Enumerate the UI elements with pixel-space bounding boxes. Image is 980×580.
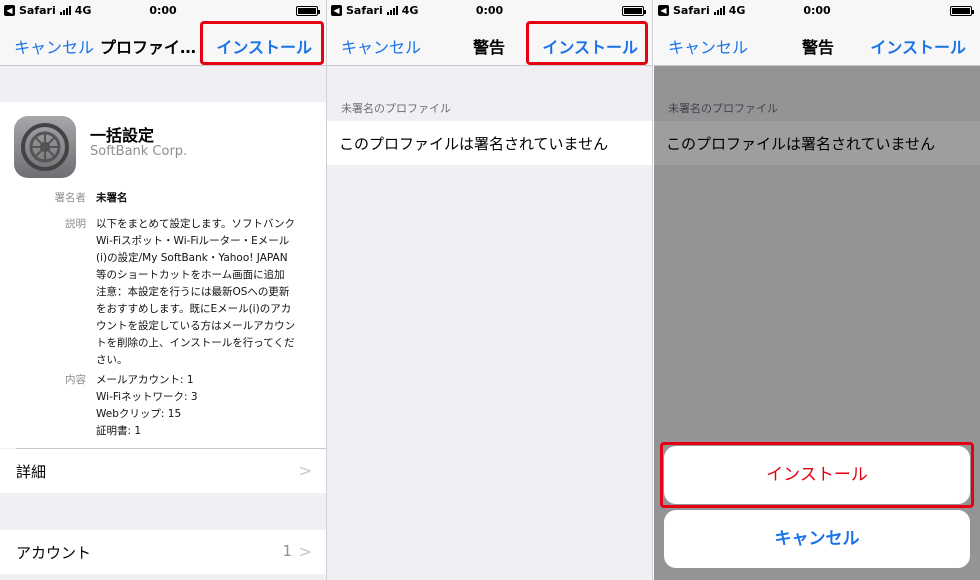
- status-bar: ◀ Safari 4G 0:00: [0, 0, 326, 22]
- highlight-frame: [660, 442, 974, 508]
- section-header: 未署名のプロファイル: [341, 102, 451, 115]
- contents-list: メールアカウント: 1 Wi-Fiネットワーク: 3 Webクリップ: 15 証…: [96, 374, 198, 437]
- more-details-row[interactable]: 詳細 >: [0, 449, 326, 493]
- install-confirm-screen: ◀ Safari 4G 0:00 キャンセル 警告 インストール 未署名のプロフ…: [654, 0, 980, 580]
- account-count: 1: [282, 542, 292, 560]
- description-text: 以下をまとめて設定します。ソフトバンク Wi-Fiスポット・Wi-Fiルーター・…: [96, 218, 296, 366]
- signer-label: 署名者: [54, 192, 87, 204]
- cancel-button[interactable]: キャンセル: [14, 34, 94, 58]
- cancel-button[interactable]: キャンセル: [668, 34, 748, 58]
- chevron-right-icon: >: [298, 542, 312, 561]
- profile-screen: ◀ Safari 4G 0:00 キャンセル プロファイ… インストール 一括設…: [0, 0, 326, 580]
- profile-organization: SoftBank Corp.: [90, 144, 188, 159]
- profile-name: 一括設定: [90, 126, 155, 145]
- warning-cell: このプロファイルは署名されていません: [327, 121, 652, 165]
- nav-title: 警告: [473, 38, 506, 57]
- nav-title: 警告: [802, 38, 835, 57]
- battery-icon: [296, 6, 320, 16]
- settings-gear-icon: [14, 116, 76, 178]
- status-bar: ◀ Safari 4G 0:00: [327, 0, 652, 22]
- sheet-cancel-button[interactable]: キャンセル: [664, 510, 970, 568]
- contents-row: 内容 メールアカウント: 1 Wi-Fiネットワーク: 3 Webクリップ: 1…: [0, 372, 326, 442]
- nav-title: プロファイ…: [100, 38, 197, 57]
- warning-screen: ◀ Safari 4G 0:00 キャンセル 警告 インストール 未署名のプロフ…: [327, 0, 652, 580]
- status-time: 0:00: [475, 4, 504, 17]
- more-details-label: 詳細: [16, 463, 47, 481]
- status-bar: ◀ Safari 4G 0:00: [654, 0, 980, 22]
- warning-text: このプロファイルは署名されていません: [339, 135, 609, 153]
- chevron-right-icon: >: [298, 461, 312, 480]
- profile-card: 一括設定 SoftBank Corp. 署名者 未署名 説明 以下をまとめて設定…: [0, 102, 326, 448]
- highlight-frame: [526, 21, 648, 65]
- highlight-frame: [200, 21, 324, 65]
- description-label: 説明: [65, 218, 86, 230]
- description-row: 説明 以下をまとめて設定します。ソフトバンク Wi-Fiスポット・Wi-Fiルー…: [0, 216, 326, 371]
- nav-bar: キャンセル 警告 インストール: [654, 22, 980, 66]
- account-row[interactable]: アカウント 1 >: [0, 530, 326, 574]
- signer-value: 未署名: [96, 192, 128, 204]
- status-time: 0:00: [149, 4, 177, 17]
- contents-label: 内容: [65, 374, 86, 386]
- account-label: アカウント: [16, 544, 92, 562]
- signer-row: 署名者 未署名: [0, 190, 326, 207]
- battery-icon: [950, 6, 974, 16]
- battery-icon: [622, 6, 646, 16]
- status-time: 0:00: [803, 4, 831, 17]
- cancel-button[interactable]: キャンセル: [341, 34, 421, 58]
- panel-divider: [652, 0, 653, 580]
- install-button[interactable]: インストール: [870, 34, 966, 58]
